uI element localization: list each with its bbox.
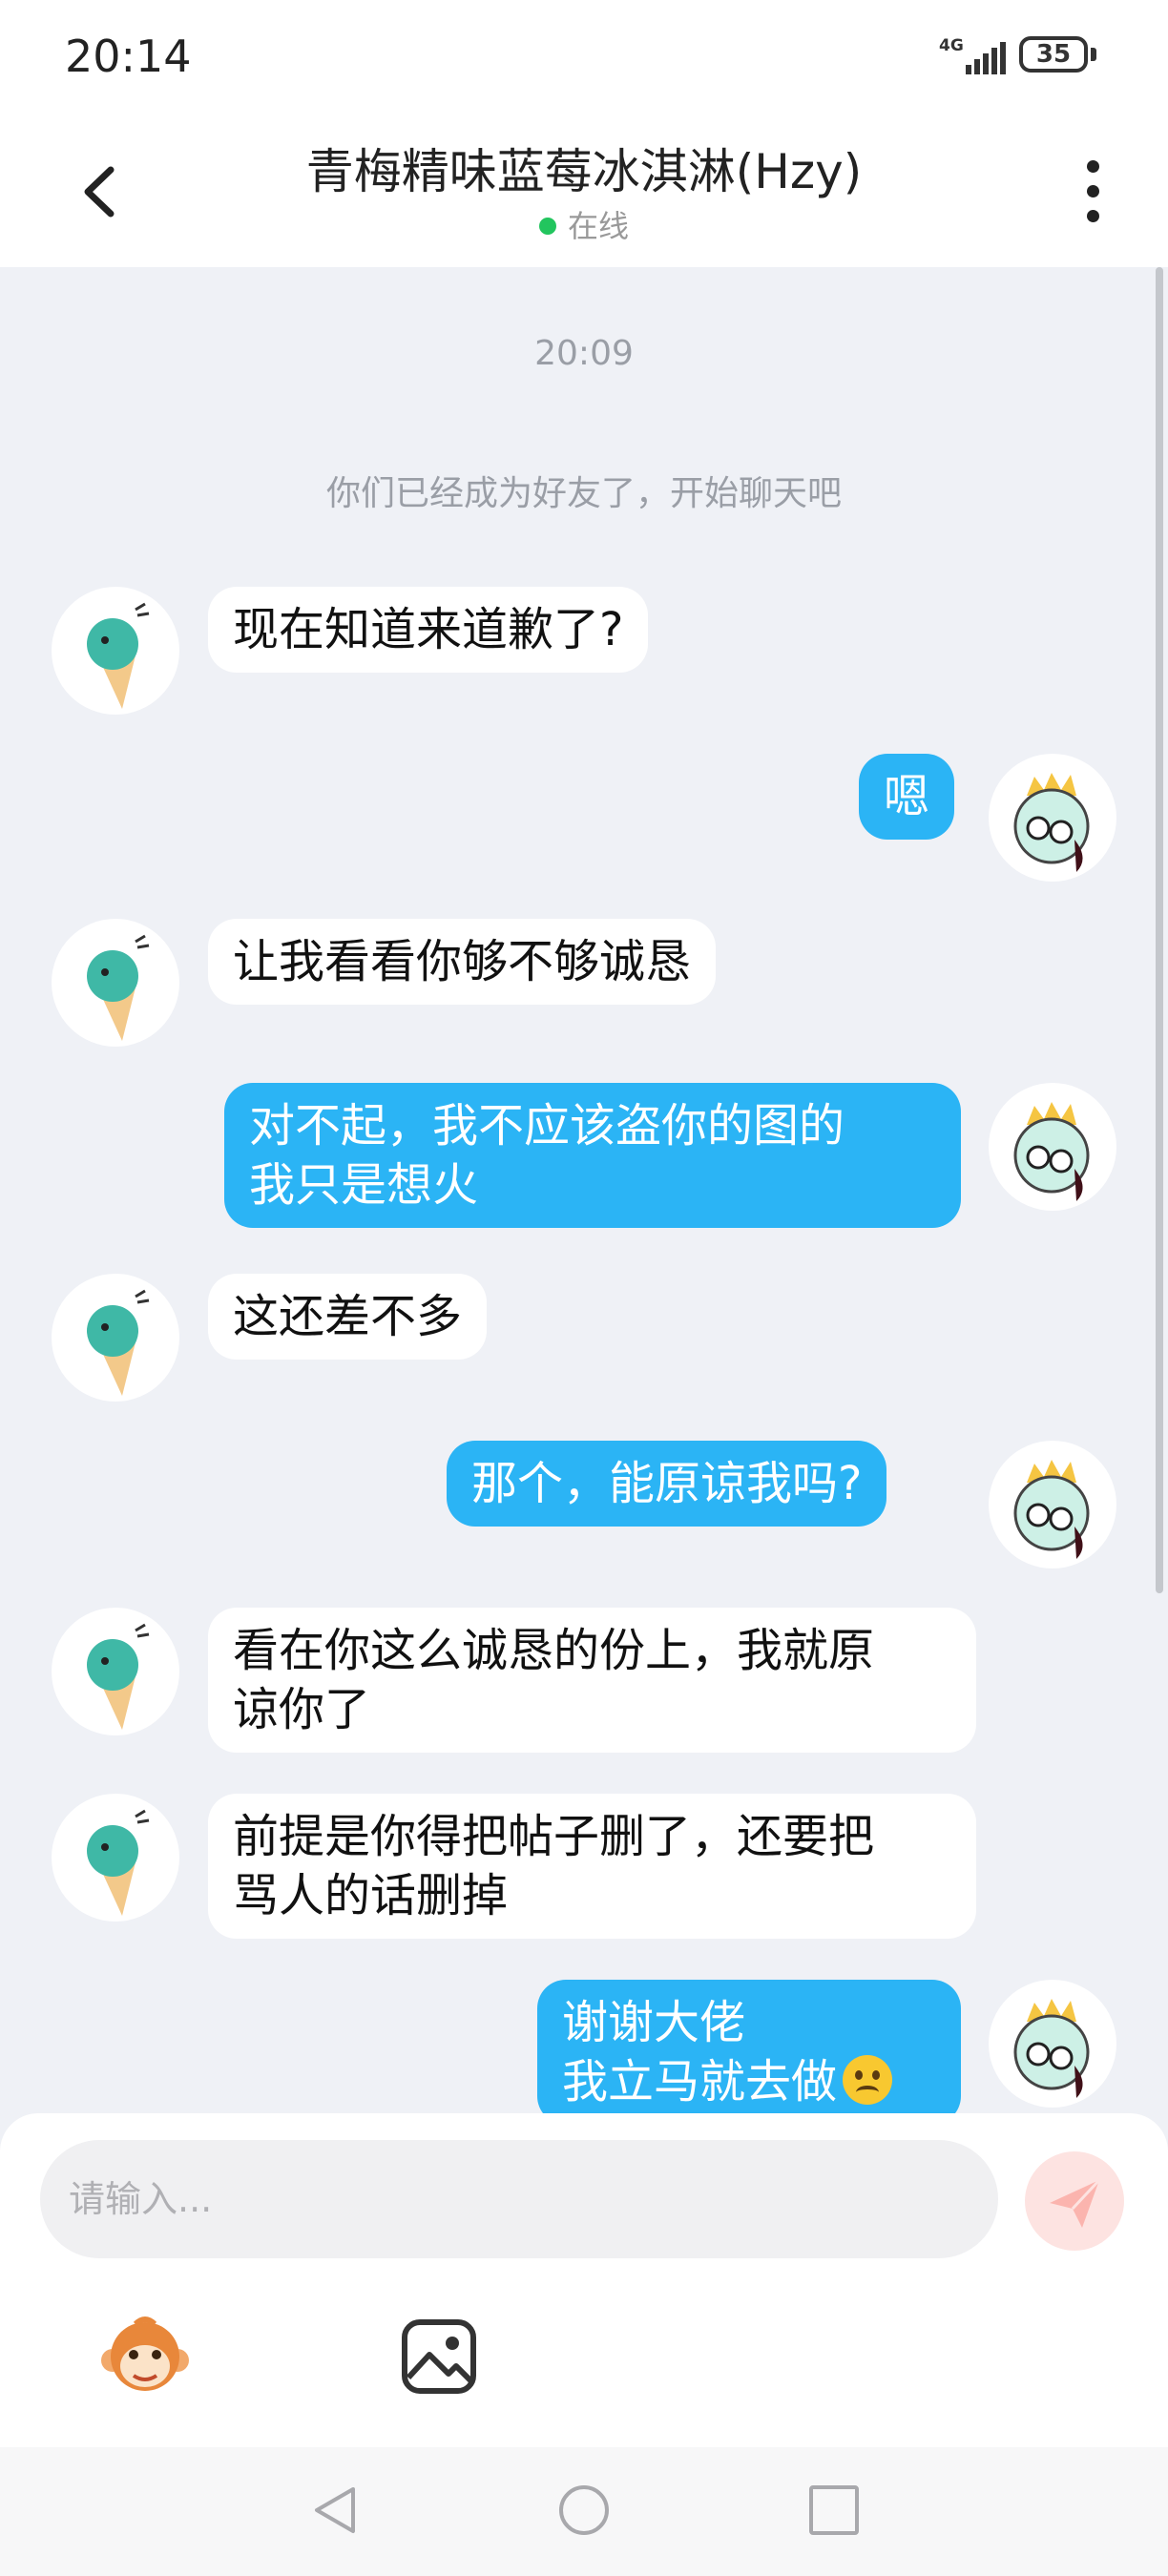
image-button[interactable]: [391, 2309, 487, 2404]
online-status: 在线: [0, 202, 1168, 246]
status-time: 20:14: [65, 31, 192, 82]
message-list[interactable]: 20:09 你们已经成为好友了，开始聊天吧 现在知道来道歉了? 嗯 让我看看你够…: [0, 267, 1168, 2118]
online-dot-icon: [538, 218, 556, 235]
online-status-label: 在线: [567, 208, 629, 244]
outgoing-message-bubble[interactable]: 对不起，我不应该盗你的图的 我只是想火: [224, 1083, 961, 1228]
chat-timestamp: 20:09: [534, 334, 634, 373]
contact-avatar[interactable]: [52, 919, 179, 1047]
system-nav-bar: [0, 2447, 1168, 2576]
contact-avatar[interactable]: [52, 1794, 179, 1922]
my-avatar[interactable]: [989, 754, 1116, 882]
monkey-face-icon: [101, 2316, 189, 2391]
my-avatar[interactable]: [989, 1980, 1116, 2108]
battery-icon: 35: [1019, 36, 1088, 73]
incoming-message-bubble[interactable]: 前提是你得把帖子删了，还要把 骂人的话删掉: [208, 1794, 976, 1939]
incoming-message-bubble[interactable]: 现在知道来道歉了?: [208, 587, 649, 673]
frowning-face-emoji-icon: [843, 2055, 893, 2105]
battery-tip: [1091, 48, 1096, 61]
image-icon: [402, 2319, 476, 2394]
composer-panel: 请输入...: [0, 2113, 1168, 2447]
outgoing-message-bubble[interactable]: 谢谢大佬 我立马就去做: [537, 1980, 961, 2118]
message-input[interactable]: 请输入...: [40, 2140, 998, 2258]
chat-scrollbar[interactable]: [1156, 267, 1163, 1593]
network-type: 4G: [939, 36, 964, 55]
contact-name: 青梅精味蓝莓冰淇淋(Hzy): [305, 144, 863, 199]
nav-back-icon[interactable]: [311, 2483, 359, 2537]
contact-avatar[interactable]: [52, 1608, 179, 1735]
nav-recent-apps-icon[interactable]: [809, 2485, 859, 2535]
signal-icon: [966, 42, 1006, 74]
system-notice: 你们已经成为好友了，开始聊天吧: [325, 474, 842, 513]
outgoing-message-bubble[interactable]: 那个，能原谅我吗?: [447, 1441, 887, 1527]
send-button[interactable]: [1025, 2151, 1124, 2251]
outgoing-message-bubble[interactable]: 嗯: [859, 754, 955, 840]
nav-home-icon[interactable]: [559, 2485, 609, 2535]
send-icon: [1050, 2178, 1101, 2228]
my-avatar[interactable]: [989, 1441, 1116, 1568]
contact-avatar[interactable]: [52, 1274, 179, 1402]
contact-avatar[interactable]: [52, 587, 179, 715]
chat-header: 青梅精味蓝莓冰淇淋(Hzy) 在线: [0, 114, 1168, 267]
incoming-message-bubble[interactable]: 看在你这么诚恳的份上，我就原 谅你了: [208, 1608, 976, 1753]
message-text: 谢谢大佬 我立马就去做: [562, 1996, 838, 2109]
more-options-icon[interactable]: [1078, 160, 1107, 233]
incoming-message-bubble[interactable]: 这还差不多: [208, 1274, 488, 1360]
sticker-button[interactable]: [97, 2309, 193, 2404]
my-avatar[interactable]: [989, 1083, 1116, 1211]
incoming-message-bubble[interactable]: 让我看看你够不够诚恳: [208, 919, 717, 1005]
status-bar: 20:14 4G 35: [0, 0, 1168, 114]
